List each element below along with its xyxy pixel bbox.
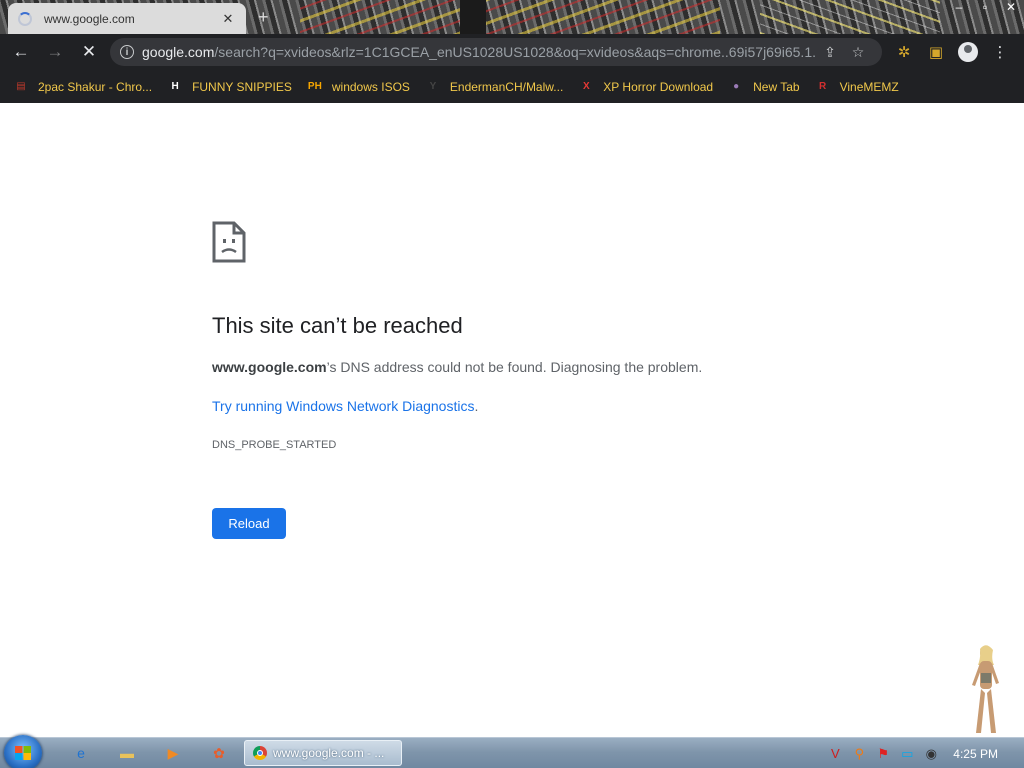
- taskbar-chrome-window[interactable]: www.google.com - ...: [244, 740, 402, 766]
- search-tray-icon[interactable]: ⚲: [847, 746, 871, 762]
- taskbar-clock[interactable]: 4:25 PM: [953, 747, 998, 761]
- side-panel-icon[interactable]: ▣: [920, 43, 952, 61]
- bookmark-item[interactable]: R VineMEMZ: [816, 80, 899, 94]
- url-host: google.com: [142, 44, 215, 60]
- bookmark-favicon-icon: ▤: [16, 80, 26, 92]
- loading-spinner-icon: [18, 11, 32, 26]
- reload-button[interactable]: Reload: [212, 508, 286, 539]
- theme-graffiti: [460, 0, 486, 34]
- start-button[interactable]: [4, 735, 42, 768]
- forward-button[interactable]: →: [42, 39, 68, 65]
- bookmark-item[interactable]: X XP Horror Download: [579, 80, 713, 94]
- ie-icon[interactable]: e: [70, 743, 92, 763]
- toolbar-actions: ✲ ▣ ⋮: [888, 38, 1016, 66]
- tab-title: www.google.com: [44, 11, 135, 26]
- profile-avatar-icon[interactable]: [958, 42, 978, 62]
- windows-logo-icon: [15, 746, 31, 760]
- bookmark-favicon-icon: ●: [733, 80, 740, 92]
- error-page: This site can’t be reached www.google.co…: [0, 103, 1024, 737]
- error-description-text: ’s DNS address could not be found. Diagn…: [326, 359, 703, 375]
- paint-icon[interactable]: ✿: [208, 743, 230, 763]
- diagnostics-line: Try running Windows Network Diagnostics.: [212, 398, 478, 414]
- site-info-icon[interactable]: i: [120, 45, 134, 59]
- error-description: www.google.com’s DNS address could not b…: [212, 359, 702, 375]
- back-button[interactable]: ←: [8, 39, 34, 65]
- stop-loading-button[interactable]: ✕: [76, 39, 102, 65]
- browser-toolbar: ← → ✕ i google.com/search?q=xvideos&rlz=…: [0, 34, 1024, 70]
- extensions-icon[interactable]: ✲: [888, 43, 920, 61]
- bookmark-label: EndermanCH/Malw...: [449, 79, 564, 94]
- error-code: DNS_PROBE_STARTED: [212, 439, 337, 451]
- error-title: This site can’t be reached: [212, 313, 463, 338]
- bookmark-item[interactable]: H FUNNY SNIPPIES: [168, 79, 292, 94]
- close-window-button[interactable]: ✕: [998, 0, 1024, 16]
- bookmark-label: New Tab: [753, 79, 800, 94]
- bookmark-label: FUNNY SNIPPIES: [192, 79, 292, 94]
- bookmark-item[interactable]: ● New Tab: [729, 79, 800, 94]
- bookmark-item[interactable]: PH windows ISOS: [308, 80, 410, 94]
- bookmark-favicon-icon: X: [582, 80, 590, 92]
- explorer-icon[interactable]: ▬: [116, 743, 138, 763]
- desktop-character-figure: [972, 645, 999, 733]
- volume-tray-icon[interactable]: ◉: [919, 746, 943, 762]
- taskbar: www.google.com - ... V ⚲ ⚑ ▭ ◉ 4:25 PM e ▬ ▶ ✿: [0, 735, 1024, 768]
- bookmark-item[interactable]: ▤ 2pac Shakur - Chro...: [14, 80, 152, 94]
- share-icon[interactable]: ⇪: [816, 44, 844, 61]
- sad-document-icon: [212, 221, 246, 263]
- bookmark-favicon-icon: PH: [307, 80, 322, 92]
- menu-kebab-icon[interactable]: ⋮: [984, 43, 1016, 61]
- new-tab-button[interactable]: +: [258, 7, 269, 28]
- v-tray-icon[interactable]: V: [823, 746, 847, 761]
- title-bar: www.google.com ✕ + – ▫ ✕: [0, 0, 1024, 34]
- network-diagnostics-link[interactable]: Try running Windows Network Diagnostics: [212, 398, 474, 414]
- chrome-icon: [253, 746, 267, 760]
- media-player-icon[interactable]: ▶: [162, 743, 184, 763]
- url-path: /search?q=xvideos&rlz=1C1GCEA_enUS1028US…: [214, 44, 816, 60]
- bookmark-label: VineMEMZ: [839, 79, 899, 94]
- theme-graffiti: [760, 0, 940, 34]
- bookmark-favicon-icon: H: [171, 80, 179, 92]
- bookmark-label: 2pac Shakur - Chro...: [38, 79, 153, 94]
- bookmark-label: windows ISOS: [331, 79, 410, 94]
- error-host: www.google.com: [212, 359, 327, 375]
- minimize-button[interactable]: –: [946, 0, 972, 16]
- url-text[interactable]: google.com/search?q=xvideos&rlz=1C1GCEA_…: [142, 44, 816, 60]
- monitor-tray-icon[interactable]: ▭: [895, 746, 919, 762]
- bookmark-label: XP Horror Download: [603, 79, 714, 94]
- link-suffix: .: [474, 398, 479, 414]
- address-bar[interactable]: i google.com/search?q=xvideos&rlz=1C1GCE…: [110, 38, 882, 66]
- system-tray: V ⚲ ⚑ ▭ ◉ 4:25 PM: [823, 738, 1024, 768]
- flag-tray-icon[interactable]: ⚑: [871, 746, 895, 762]
- bookmark-favicon-icon: R: [818, 80, 827, 92]
- theme-graffiti: [300, 0, 720, 34]
- bookmark-star-icon[interactable]: ☆: [844, 44, 872, 61]
- bookmark-item[interactable]: Y EndermanCH/Malw...: [426, 79, 564, 94]
- tab-close-icon[interactable]: ✕: [220, 11, 236, 27]
- bookmark-favicon-icon: Y: [429, 80, 437, 92]
- browser-tab[interactable]: www.google.com ✕: [8, 3, 246, 34]
- taskbar-window-label: www.google.com - ...: [273, 746, 385, 760]
- maximize-button[interactable]: ▫: [972, 0, 998, 16]
- window-controls: – ▫ ✕: [946, 0, 1024, 18]
- bookmarks-bar: ▤ 2pac Shakur - Chro... H FUNNY SNIPPIES PH w…: [0, 70, 1024, 103]
